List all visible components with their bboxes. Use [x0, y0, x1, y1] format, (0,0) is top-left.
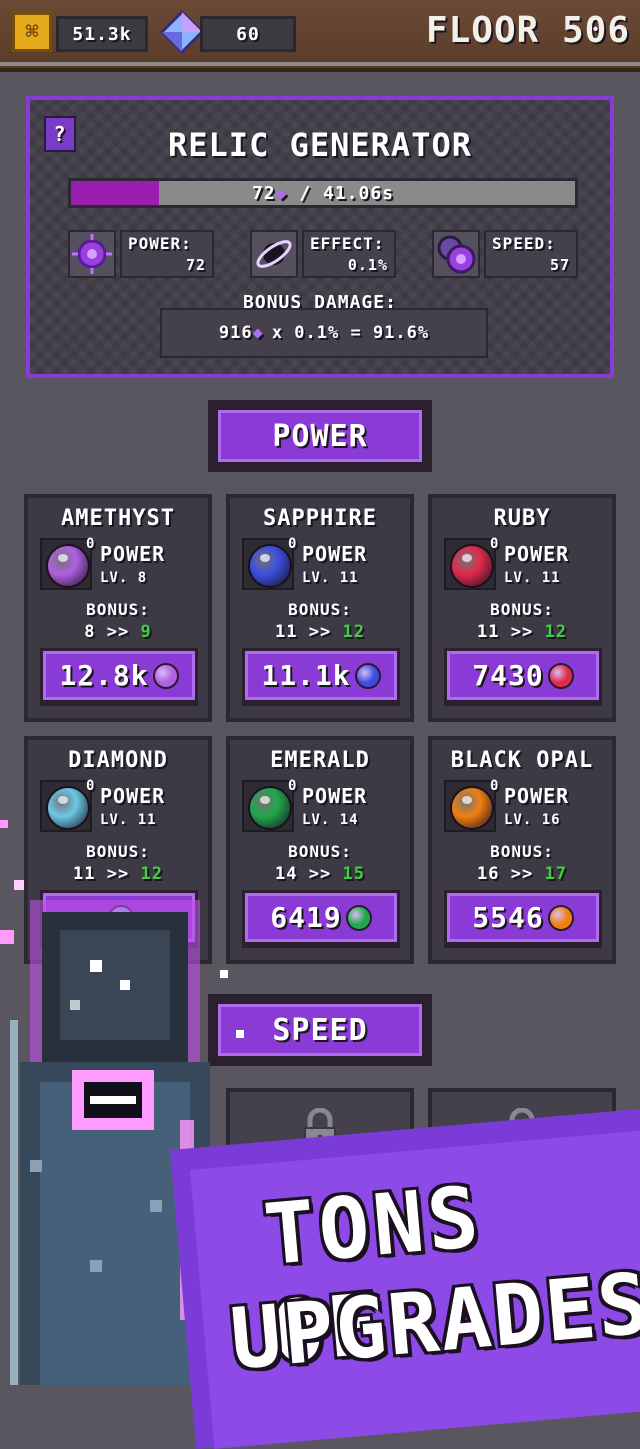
coin-icon: ⌘	[12, 12, 52, 52]
diamond-icon	[160, 10, 204, 54]
speed-stat: SPEED: 57	[484, 230, 578, 278]
gem-currency-icon	[354, 662, 381, 689]
power-section-tab[interactable]: POWER	[208, 400, 432, 472]
gem-level: LV. 8	[100, 570, 148, 586]
relic-progress-bar: 72◆ / 41.06s	[68, 178, 578, 208]
bonus-label: BONUS:	[490, 842, 554, 861]
gem-shine	[58, 796, 68, 804]
bonus-label: BONUS:	[288, 600, 352, 619]
effect-stat: EFFECT: 0.1%	[302, 230, 396, 278]
relic-progress-text: 72◆ / 41.06s	[251, 183, 395, 204]
buy-upgrade-button[interactable]: 6419	[242, 890, 400, 948]
gem-count: 0	[86, 536, 96, 552]
buy-upgrade-button[interactable]: 12.8k	[40, 648, 198, 706]
buy-upgrade-price: 5546	[447, 893, 599, 942]
bonus-change: 16 >> 17	[477, 864, 567, 884]
speed-stat-label: SPEED:	[492, 234, 556, 253]
bonus-change: 11 >> 12	[477, 622, 567, 642]
gem-shine	[58, 554, 68, 562]
gem-name: EMERALD	[270, 748, 370, 773]
gem-count: 0	[288, 778, 298, 794]
gem-name: AMETHYST	[61, 506, 175, 531]
gem-icon	[450, 544, 494, 588]
gem-slot	[444, 538, 496, 590]
gem-slot	[444, 780, 496, 832]
gem-type: POWER	[302, 542, 368, 566]
effect-stat-value: 0.1%	[347, 256, 388, 274]
bonus-label: BONUS:	[490, 600, 554, 619]
gem-type: POWER	[302, 784, 368, 808]
gem-level: LV. 14	[302, 812, 359, 828]
buy-upgrade-price: 6419	[245, 893, 397, 942]
gem-count: 0	[86, 778, 96, 794]
gem-name: DIAMOND	[68, 748, 168, 773]
gem-type: POWER	[504, 542, 570, 566]
power-section-label: POWER	[218, 410, 422, 462]
gem-currency-icon	[547, 904, 574, 931]
gem-name: RUBY	[493, 506, 551, 531]
bonus-damage-value: 916 ◆ x 0.1% = 91.6%	[160, 308, 488, 358]
buy-upgrade-button[interactable]: 5546	[444, 890, 602, 948]
relic-title: RELIC GENERATOR	[168, 126, 472, 164]
gem-counter: 60	[200, 16, 296, 52]
relic-mini-icon: ◆	[252, 323, 264, 343]
gem-count: 0	[490, 536, 500, 552]
gem-shine	[260, 554, 270, 562]
top-bar: ⌘ 51.3k 60 FLOOR 506	[0, 0, 640, 72]
gem-count: 0	[288, 536, 298, 552]
buy-upgrade-button[interactable]: 11.1k	[242, 648, 400, 706]
orbit-relic-icon	[250, 230, 298, 278]
gem-type: POWER	[504, 784, 570, 808]
gem-card-ruby: RUBY 0 POWER LV. 11 BONUS: 11 >> 12 7430	[428, 494, 616, 722]
gem-icon	[248, 544, 292, 588]
gem-type: POWER	[100, 542, 166, 566]
divider	[0, 62, 640, 66]
gem-currency-icon	[547, 662, 574, 689]
gem-card-sapphire: SAPPHIRE 0 POWER LV. 11 BONUS: 11 >> 12 …	[226, 494, 414, 722]
relic-generator-panel: ? RELIC GENERATOR 72◆ / 41.06s POWER: 72…	[26, 96, 614, 378]
gem-level: LV. 16	[504, 812, 561, 828]
gem-type: POWER	[100, 784, 166, 808]
gem-level: LV. 11	[504, 570, 561, 586]
gem-icon	[46, 544, 90, 588]
gem-slot	[40, 538, 92, 590]
relic-mini-icon: ◆	[275, 183, 288, 204]
buy-upgrade-price: 12.8k	[43, 651, 195, 700]
gem-card-amethyst: AMETHYST 0 POWER LV. 8 BONUS: 8 >> 9 12.…	[24, 494, 212, 722]
buy-upgrade-button[interactable]: 7430	[444, 648, 602, 706]
power-stat: POWER: 72	[120, 230, 214, 278]
buy-upgrade-price: 11.1k	[245, 651, 397, 700]
gem-count: 0	[490, 778, 500, 794]
sun-relic-icon	[68, 230, 116, 278]
gem-currency-icon	[152, 662, 179, 689]
speed-stat-value: 57	[549, 256, 570, 274]
bonus-change: 11 >> 12	[275, 622, 365, 642]
buy-upgrade-price: 7430	[447, 651, 599, 700]
floor-label: FLOOR 506	[425, 10, 630, 51]
gem-level: LV. 11	[302, 570, 359, 586]
gem-name: SAPPHIRE	[263, 506, 377, 531]
gem-slot	[242, 538, 294, 590]
clock-relic-icon	[432, 230, 480, 278]
effect-stat-label: EFFECT:	[310, 234, 385, 253]
gem-shine	[260, 796, 270, 804]
power-stat-label: POWER:	[128, 234, 192, 253]
coin-counter: 51.3k	[56, 16, 148, 52]
gem-icon	[450, 786, 494, 830]
bonus-change: 8 >> 9	[84, 622, 152, 642]
gem-card-black-opal: BLACK OPAL 0 POWER LV. 16 BONUS: 16 >> 1…	[428, 736, 616, 964]
power-stat-value: 72	[185, 256, 206, 274]
gem-currency-icon	[345, 904, 372, 931]
gem-name: BLACK OPAL	[450, 748, 594, 773]
gem-shine	[462, 796, 472, 804]
bonus-label: BONUS:	[86, 600, 150, 619]
gem-shine	[462, 554, 472, 562]
